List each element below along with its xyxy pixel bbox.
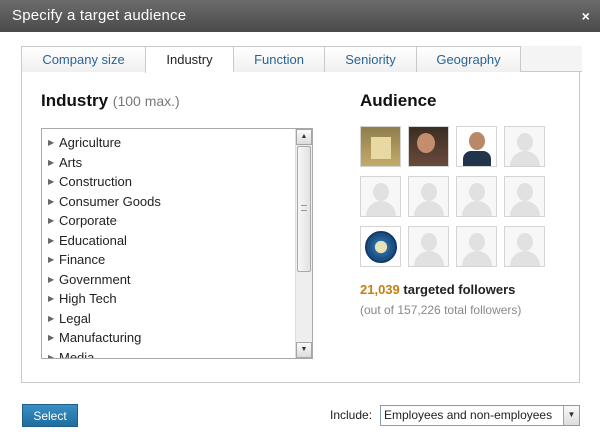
avatar-placeholder-icon [408,176,449,217]
select-button[interactable]: Select [22,404,78,427]
tab-industry[interactable]: Industry [145,46,233,73]
include-dropdown[interactable]: Employees and non-employees ▼ [380,405,580,426]
triangle-right-icon: ▶ [48,216,55,225]
tab-company-size[interactable]: Company size [21,46,145,72]
chevron-up-icon[interactable]: ▲ [296,129,312,145]
targeted-label: targeted followers [403,282,516,297]
triangle-right-icon: ▶ [48,138,55,147]
avatar [408,126,449,167]
list-item[interactable]: ▶ Construction [42,172,161,192]
triangle-right-icon: ▶ [48,274,55,284]
chevron-down-icon[interactable]: ▼ [296,342,312,358]
tab-geography[interactable]: Geography [416,46,521,72]
avatar-placeholder-icon [504,126,545,167]
list-item[interactable]: ▶ Legal [42,309,161,329]
list-item[interactable]: ▶ High Tech [42,289,161,309]
list-item[interactable]: ▶ Manufacturing [42,328,161,348]
list-item[interactable]: ▶ Finance [42,250,161,270]
dialog-title: Specify a target audience [12,7,187,24]
avatar-placeholder-icon [504,226,545,267]
triangle-right-icon: ▶ [48,313,55,323]
list-item[interactable]: ▶ Media [42,348,161,359]
triangle-right-icon: ▶ [48,177,55,186]
tab-function[interactable]: Function [233,46,324,72]
list-scrollbar[interactable]: ▲ ▼ [295,129,312,358]
avatar-placeholder-icon [360,176,401,217]
list-item[interactable]: ▶ Government [42,270,161,290]
avatar [360,126,401,167]
audience-heading: Audience [360,91,437,110]
list-item[interactable]: ▶ Consumer Goods [42,192,161,212]
industry-list: ▶ Agriculture ▶ Arts ▶ Construction ▶ Consum… [41,128,313,359]
triangle-right-icon: ▶ [48,352,55,359]
list-item[interactable]: ▶ Arts [42,153,161,173]
targeted-count: 21,039 [360,282,400,297]
tab-bar: Company size Industry Function Seniority… [21,46,582,73]
list-item[interactable]: ▶ Agriculture [42,133,161,153]
total-followers-note: (out of 157,226 total followers) [360,303,522,317]
triangle-right-icon: ▶ [48,255,55,264]
triangle-right-icon: ▶ [48,235,55,245]
industry-title: Industry [41,91,109,110]
avatar-placeholder-icon [456,176,497,217]
avatar-placeholder-icon [456,226,497,267]
triangle-right-icon: ▶ [48,333,55,342]
avatar-placeholder-icon [408,226,449,267]
targeting-panel: Company size Industry Function Seniority… [21,46,582,383]
dialog-titlebar: Specify a target audience × [0,0,600,32]
chevron-down-icon[interactable]: ▼ [563,406,579,425]
targeted-followers: 21,039 targeted followers [360,282,515,297]
avatar-placeholder-icon [504,176,545,217]
tab-seniority[interactable]: Seniority [324,46,416,72]
include-value: Employees and non-employees [384,408,553,422]
list-item[interactable]: ▶ Corporate [42,211,161,231]
scrollbar-thumb[interactable] [297,146,311,272]
avatar [456,126,497,167]
triangle-right-icon: ▶ [48,196,55,206]
list-item[interactable]: ▶ Educational [42,231,161,251]
industry-max-note: (100 max.) [112,93,180,109]
avatar-logo [360,226,401,267]
close-icon[interactable]: × [582,0,590,32]
grip-icon [301,205,307,211]
industry-heading: Industry (100 max.) [41,91,180,111]
triangle-right-icon: ▶ [48,294,55,303]
include-label: Include: [330,408,373,422]
triangle-right-icon: ▶ [48,157,55,167]
